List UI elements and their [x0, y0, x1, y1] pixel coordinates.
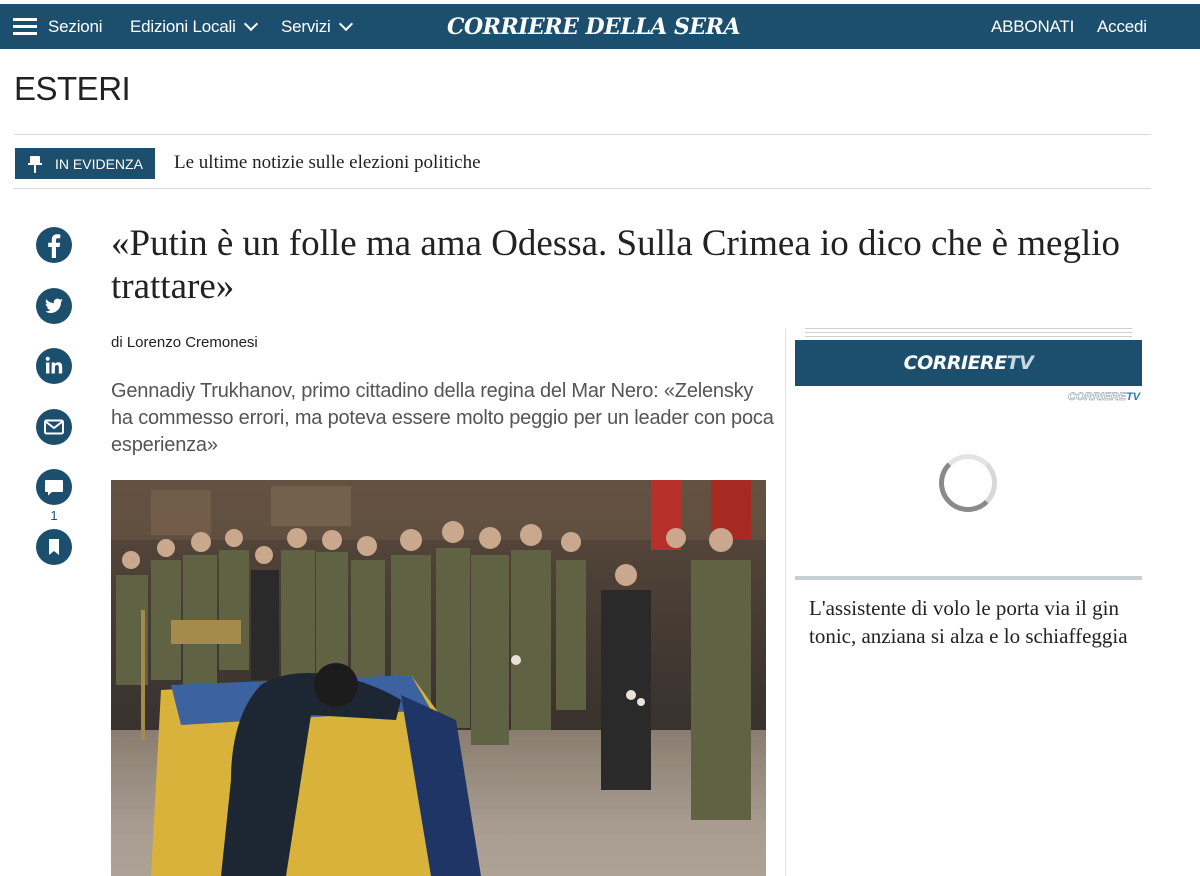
twitter-share-button[interactable]: [36, 288, 72, 324]
chevron-down-icon: [338, 16, 353, 31]
tv-brand: CORRIERE: [903, 352, 1008, 374]
hamburger-icon: [13, 18, 37, 35]
divider: [14, 188, 1151, 189]
corriere-tv-banner[interactable]: CORRIERE TV: [795, 340, 1142, 386]
twitter-icon: [44, 298, 63, 313]
edizioni-label: Edizioni Locali: [130, 16, 236, 36]
servizi-dropdown[interactable]: Servizi: [281, 4, 353, 49]
tv-suffix: TV: [1006, 352, 1034, 374]
in-evidenza-label: IN EVIDENZA: [55, 155, 143, 172]
tv-header-rules: [805, 328, 1132, 337]
article-headline: «Putin è un folle ma ama Odessa. Sulla C…: [111, 223, 1121, 307]
comment-button[interactable]: [36, 469, 72, 505]
subscribe-link[interactable]: ABBONATI: [991, 4, 1074, 49]
comment-icon: [45, 480, 63, 496]
site-logo[interactable]: CORRIERE DELLA SERA: [447, 4, 741, 49]
pin-icon: [27, 155, 43, 173]
sidebar-rule: [795, 576, 1142, 580]
bookmark-button[interactable]: [36, 529, 72, 565]
tv-mini-brand: CORRIERE: [1068, 391, 1127, 404]
edizioni-locali-dropdown[interactable]: Edizioni Locali: [130, 4, 258, 49]
top-navigation-bar: Sezioni Edizioni Locali Servizi CORRIERE…: [0, 4, 1200, 49]
evidenza-link[interactable]: Le ultime notizie sulle elezioni politic…: [174, 152, 481, 174]
servizi-label: Servizi: [281, 16, 331, 36]
column-divider: [785, 328, 786, 876]
linkedin-share-button[interactable]: [36, 348, 72, 384]
sections-label: Sezioni: [48, 16, 103, 36]
facebook-icon: [48, 234, 61, 258]
chevron-down-icon: [243, 16, 258, 31]
email-share-button[interactable]: [36, 409, 72, 445]
section-title[interactable]: ESTERI: [14, 70, 131, 108]
funeral-photo-illustration: [111, 480, 766, 876]
login-link[interactable]: Accedi: [1097, 4, 1147, 49]
bookmark-icon: [49, 539, 59, 555]
article-author[interactable]: di Lorenzo Cremonesi: [111, 334, 258, 351]
comment-count: 1: [50, 508, 58, 523]
email-icon: [44, 419, 64, 435]
in-evidenza-badge: IN EVIDENZA: [15, 148, 155, 179]
tv-mini-suffix: TV: [1126, 391, 1141, 403]
linkedin-icon: [45, 356, 63, 374]
divider: [14, 134, 1151, 135]
sections-menu-button[interactable]: Sezioni: [13, 4, 103, 49]
article-summary: Gennadiy Trukhanov, primo cittadino dell…: [111, 380, 774, 456]
facebook-share-button[interactable]: [36, 227, 72, 263]
corriere-tv-watermark: CORRIERETV: [1068, 391, 1141, 404]
article-photo: [111, 480, 766, 876]
related-article-title[interactable]: L'assistente di volo le porta via il gin…: [809, 594, 1129, 650]
loading-spinner-icon: [939, 454, 997, 512]
